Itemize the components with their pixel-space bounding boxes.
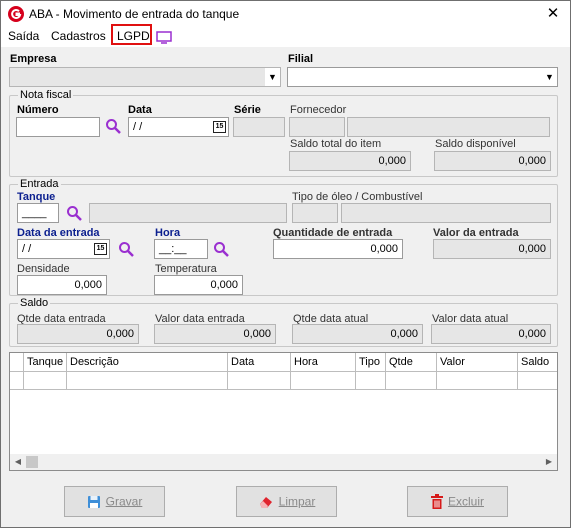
- empresa-label: Empresa: [10, 53, 57, 65]
- saldo-total-field: 0,000: [289, 151, 411, 171]
- valor-entrada-label: Valor da entrada: [433, 227, 519, 239]
- scroll-thumb[interactable]: [26, 456, 38, 468]
- grid-col-descricao[interactable]: Descrição: [67, 353, 228, 372]
- temperatura-input[interactable]: 0,000: [154, 275, 243, 295]
- saldo-total-label: Saldo total do item: [290, 138, 382, 150]
- qtde-data-atual-field: 0,000: [292, 324, 423, 344]
- saldo-disponivel-field: 0,000: [434, 151, 551, 171]
- quantidade-label: Quantidade de entrada: [273, 227, 393, 239]
- eraser-icon: [259, 496, 272, 508]
- search-icon[interactable]: [118, 241, 135, 258]
- serie-label: Série: [234, 104, 261, 116]
- tipo-oleo-desc-field: [341, 203, 551, 223]
- data-entrada-value: / /: [22, 243, 32, 255]
- grid-col-tipo[interactable]: Tipo: [356, 353, 386, 372]
- fornecedor-label: Fornecedor: [290, 104, 347, 116]
- menu-saida[interactable]: Saída: [8, 29, 39, 43]
- valor-entrada-field: 0,000: [433, 239, 551, 259]
- tanque-input[interactable]: ____: [17, 203, 59, 223]
- saldo-disponivel-label: Saldo disponível: [435, 138, 516, 150]
- empresa-select[interactable]: ▼: [9, 67, 281, 87]
- chevron-down-icon[interactable]: ▼: [542, 68, 557, 86]
- saldo-title: Saldo: [18, 297, 51, 309]
- densidade-label: Densidade: [17, 263, 70, 275]
- grid-indicator-header: [10, 353, 24, 372]
- valor-data-entrada-field: 0,000: [154, 324, 276, 344]
- excluir-button[interactable]: Excluir: [407, 486, 508, 517]
- grid-col-saldo[interactable]: Saldo: [518, 353, 557, 372]
- filial-select[interactable]: ▼: [287, 67, 558, 87]
- hora-label: Hora: [155, 227, 181, 239]
- tipo-oleo-label: Tipo de óleo / Combustível: [292, 191, 423, 203]
- grid-col-data[interactable]: Data: [228, 353, 291, 372]
- horizontal-scrollbar[interactable]: ◀ ▶: [10, 454, 557, 470]
- qtde-data-entrada-field: 0,000: [17, 324, 139, 344]
- main-window: ABA - Movimento de entrada do tanque ✕ S…: [0, 0, 571, 528]
- fornecedor-name-input[interactable]: [347, 117, 550, 137]
- tanque-descricao-field: [89, 203, 287, 223]
- window-title: ABA - Movimento de entrada do tanque: [29, 7, 240, 21]
- grid-col-tanque[interactable]: Tanque: [24, 353, 67, 372]
- data-input[interactable]: / / 15: [128, 117, 229, 137]
- scroll-left-icon[interactable]: ◀: [10, 454, 26, 470]
- save-icon: [87, 495, 100, 508]
- data-value: / /: [133, 121, 143, 133]
- tipo-oleo-code-field: [292, 203, 338, 223]
- excluir-label: Excluir: [447, 494, 484, 509]
- entries-grid[interactable]: Tanque Descrição Data Hora Tipo Qtde Val…: [9, 352, 558, 471]
- hora-input[interactable]: __:__: [154, 239, 208, 259]
- data-entrada-label: Data da entrada: [17, 227, 100, 239]
- temperatura-label: Temperatura: [155, 263, 217, 275]
- grid-col-hora[interactable]: Hora: [291, 353, 356, 372]
- chevron-down-icon[interactable]: ▼: [265, 68, 280, 86]
- title-bar: ABA - Movimento de entrada do tanque ✕: [1, 1, 570, 27]
- trash-icon: [430, 494, 443, 510]
- menu-bar: Saída Cadastros LGPD: [1, 27, 570, 47]
- filial-label: Filial: [288, 53, 314, 65]
- tanque-label: Tanque: [17, 191, 56, 203]
- app-logo-icon: [8, 6, 24, 22]
- calendar-icon[interactable]: 15: [213, 121, 226, 133]
- menu-cadastros[interactable]: Cadastros: [51, 29, 106, 43]
- valor-data-atual-field: 0,000: [431, 324, 551, 344]
- grid-col-qtde[interactable]: Qtde: [386, 353, 437, 372]
- entrada-title: Entrada: [18, 178, 61, 190]
- limpar-label: Limpar: [278, 494, 316, 509]
- limpar-button[interactable]: Limpar: [236, 486, 337, 517]
- search-icon[interactable]: [66, 205, 83, 222]
- data-entrada-input[interactable]: / / 15: [17, 239, 110, 259]
- quantidade-input[interactable]: 0,000: [273, 239, 403, 259]
- serie-input[interactable]: [233, 117, 285, 137]
- table-row[interactable]: [10, 372, 557, 390]
- close-button[interactable]: ✕: [536, 1, 570, 27]
- calendar-icon[interactable]: 15: [94, 243, 107, 255]
- gravar-label: Gravar: [105, 494, 143, 509]
- search-icon[interactable]: [105, 118, 122, 135]
- lgpd-highlight-box: [111, 24, 152, 45]
- data-label: Data: [128, 104, 152, 116]
- numero-input[interactable]: [16, 117, 100, 137]
- nota-fiscal-title: Nota fiscal: [18, 89, 74, 101]
- numero-label: Número: [17, 104, 59, 116]
- gravar-button[interactable]: Gravar: [64, 486, 165, 517]
- monitor-icon[interactable]: [156, 31, 172, 44]
- densidade-input[interactable]: 0,000: [17, 275, 107, 295]
- grid-header: Tanque Descrição Data Hora Tipo Qtde Val…: [10, 353, 557, 372]
- grid-col-valor[interactable]: Valor: [437, 353, 518, 372]
- fornecedor-code-input[interactable]: [289, 117, 345, 137]
- scroll-right-icon[interactable]: ▶: [541, 454, 557, 470]
- search-icon[interactable]: [213, 241, 230, 258]
